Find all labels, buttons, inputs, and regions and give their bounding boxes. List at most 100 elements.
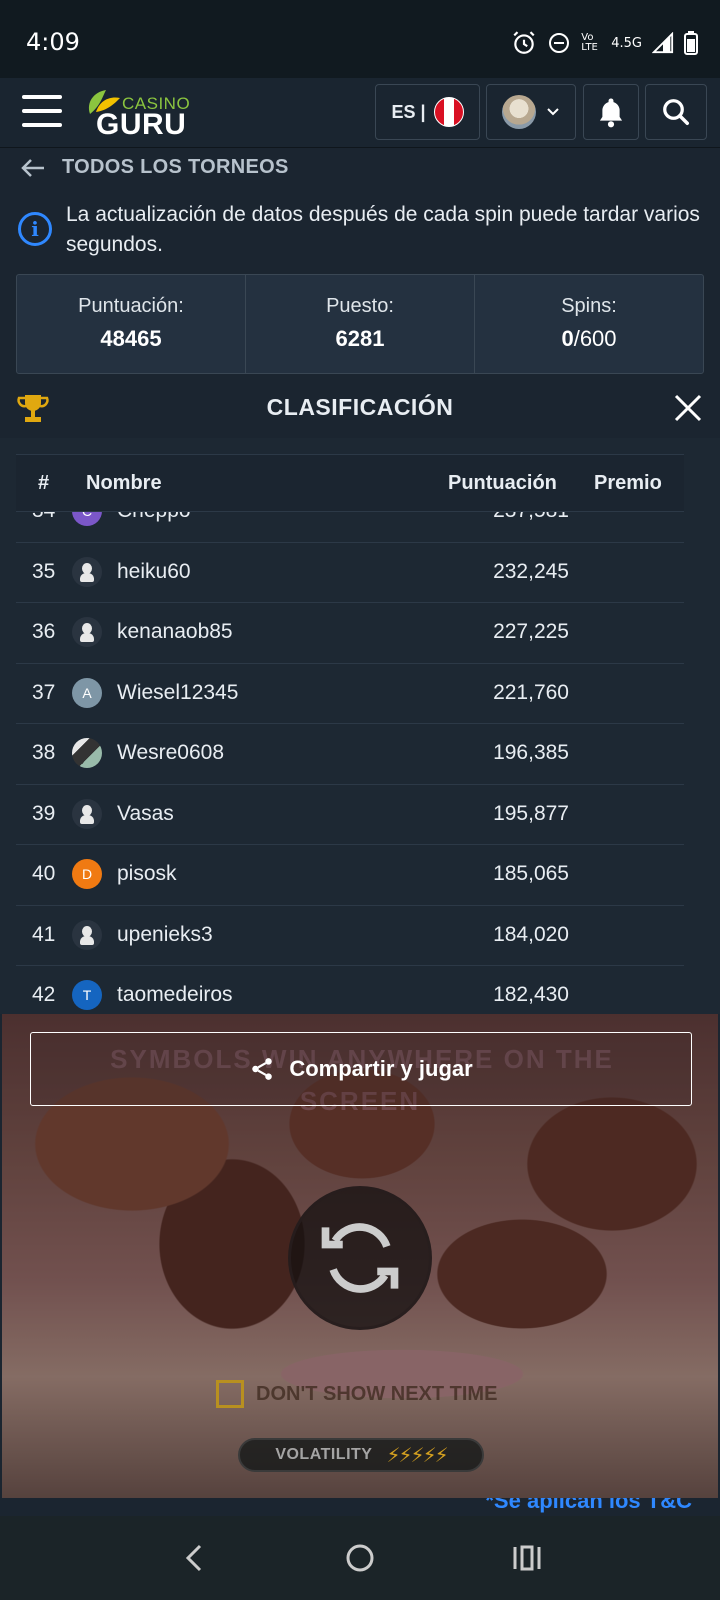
table-row[interactable]: 35 heiku60 232,245: [16, 543, 684, 603]
row-score: 185,065: [493, 862, 569, 885]
row-rank: 38: [32, 741, 56, 764]
default-user-avatar-icon: [72, 556, 102, 587]
terms-strip: *Se aplican los T&C: [0, 1498, 720, 1516]
row-player-name: heiku60: [117, 559, 191, 583]
leaderboard-rows: 34CCheppo237,58135heiku60232,24536kenana…: [16, 482, 684, 1014]
dont-show-next-time-checkbox[interactable]: DON'T SHOW NEXT TIME: [216, 1380, 497, 1408]
stat-spins: Spins: 0/600: [475, 275, 703, 373]
column-prize: Premio: [594, 472, 662, 494]
stat-spins-label: Spins:: [561, 295, 617, 317]
table-row[interactable]: 37 A Wiesel12345 221,760: [16, 664, 684, 724]
back-link-label: TODOS LOS TORNEOS: [62, 156, 289, 178]
back-to-tournaments-link[interactable]: TODOS LOS TORNEOS: [20, 156, 289, 179]
row-rank: 40: [32, 862, 56, 885]
recents-nav-button[interactable]: [497, 1528, 557, 1588]
stat-spins-total: /600: [573, 326, 617, 351]
arrow-left-icon: [21, 158, 44, 177]
leaderboard-title: CLASIFICACIÓN: [266, 394, 454, 420]
menu-icon-line: [22, 109, 62, 113]
close-icon[interactable]: [672, 392, 704, 424]
stat-rank-value: 6281: [335, 326, 385, 351]
row-rank: 41: [32, 922, 56, 946]
table-row[interactable]: 41 upenieks3 184,020: [16, 906, 684, 966]
user-avatar: A: [72, 677, 102, 708]
leaderboard-header: CLASIFICACIÓN: [0, 380, 720, 438]
column-score: Puntuación: [448, 472, 557, 494]
share-button-label: Compartir y jugar: [289, 1056, 473, 1081]
stat-rank-label: Puesto:: [326, 295, 394, 317]
row-rank: 35: [32, 559, 56, 583]
table-row[interactable]: 42 Ttaomedeiros 182,430: [16, 966, 684, 1014]
table-row[interactable]: 40 Dpisosk 185,065: [16, 845, 684, 906]
status-icons: Vo LTE 4.5G: [511, 30, 698, 56]
app-header: CASINO GURU ES |: [0, 78, 720, 148]
table-header: # Nombre Puntuación Premio: [16, 454, 684, 512]
volatility-bolts-icon: ⚡⚡⚡⚡⚡: [386, 1444, 448, 1467]
system-navigation-bar: [0, 1516, 720, 1600]
status-time: 4:09: [26, 28, 80, 56]
user-avatar: [502, 95, 536, 129]
language-selector[interactable]: ES |: [375, 84, 480, 140]
row-rank: 36: [32, 620, 56, 643]
default-user-avatar-icon: [72, 617, 102, 647]
info-notice: i La actualización de datos después de c…: [18, 200, 708, 260]
logo-guru-text: GURU: [96, 108, 187, 141]
network-label: 4.5G: [611, 35, 642, 51]
user-menu-button[interactable]: [486, 84, 576, 140]
row-score: 196,385: [493, 741, 569, 764]
row-player-name: taomedeiros: [117, 983, 233, 1006]
info-icon: i: [18, 212, 52, 246]
battery-icon: [684, 31, 698, 55]
casino-guru-logo[interactable]: CASINO GURU: [84, 88, 204, 141]
default-user-avatar-icon: [72, 798, 102, 829]
terms-link[interactable]: *Se aplican los T&C: [485, 1498, 692, 1514]
game-preview[interactable]: SYMBOLS WIN ANYWHERE ON THE SCREEN Compa…: [2, 1014, 718, 1498]
reload-game-button[interactable]: [288, 1186, 432, 1330]
table-row[interactable]: 38 Wesre0608 196,385: [16, 724, 684, 785]
row-player-name: upenieks3: [117, 922, 213, 946]
notifications-button[interactable]: [583, 84, 639, 140]
stat-score-value: 48465: [100, 326, 162, 351]
menu-icon-line: [22, 95, 62, 99]
chevron-down-icon: [547, 108, 559, 116]
tournament-stats: Puntuación: 48465 Puesto: 6281 Spins: 0/…: [16, 274, 704, 374]
table-row[interactable]: 36 kenanaob85 227,225: [16, 603, 684, 664]
column-rank: #: [38, 472, 50, 494]
column-name: Nombre: [86, 472, 162, 494]
row-player-name: pisosk: [117, 862, 177, 885]
row-player-name: kenanaob85: [117, 620, 233, 643]
search-button[interactable]: [645, 84, 707, 140]
share-icon: [252, 1058, 273, 1080]
peru-flag-icon: [433, 97, 464, 127]
recents-icon: [513, 1545, 541, 1571]
do-not-disturb-icon: [549, 33, 570, 53]
table-row[interactable]: 39 Vasas 195,877: [16, 785, 684, 845]
menu-icon-line: [22, 123, 62, 127]
back-nav-button[interactable]: [163, 1528, 223, 1588]
volatility-label: VOLATILITY: [275, 1446, 373, 1463]
stat-spins-used: 0: [561, 326, 574, 351]
leaderboard-table[interactable]: 34CCheppo237,58135heiku60232,24536kenana…: [0, 438, 720, 1014]
alarm-icon: [513, 31, 535, 54]
row-score: 227,225: [493, 620, 569, 643]
checkbox-box: [216, 1380, 244, 1408]
volte-label: Vo LTE: [581, 32, 598, 53]
row-rank: 37: [32, 680, 56, 704]
row-score: 232,245: [493, 559, 569, 583]
status-bar: 4:09 Vo LTE 4.5G: [0, 0, 720, 78]
menu-button[interactable]: [22, 95, 62, 129]
user-avatar: T: [72, 980, 102, 1010]
home-nav-button[interactable]: [330, 1528, 390, 1588]
back-chevron-icon: [186, 1544, 202, 1572]
default-user-avatar-icon: [72, 919, 102, 950]
row-rank: 42: [32, 983, 56, 1006]
user-avatar: [72, 738, 102, 768]
volatility-badge: VOLATILITY ⚡⚡⚡⚡⚡: [238, 1438, 484, 1472]
dont-show-label: DON'T SHOW NEXT TIME: [256, 1382, 498, 1405]
row-score: 182,430: [493, 983, 569, 1006]
share-and-play-button[interactable]: Compartir y jugar: [30, 1032, 692, 1106]
bell-icon: [599, 98, 623, 128]
stat-score-label: Puntuación:: [78, 295, 184, 317]
stat-score: Puntuación: 48465: [17, 275, 246, 373]
row-score: 195,877: [493, 801, 569, 825]
